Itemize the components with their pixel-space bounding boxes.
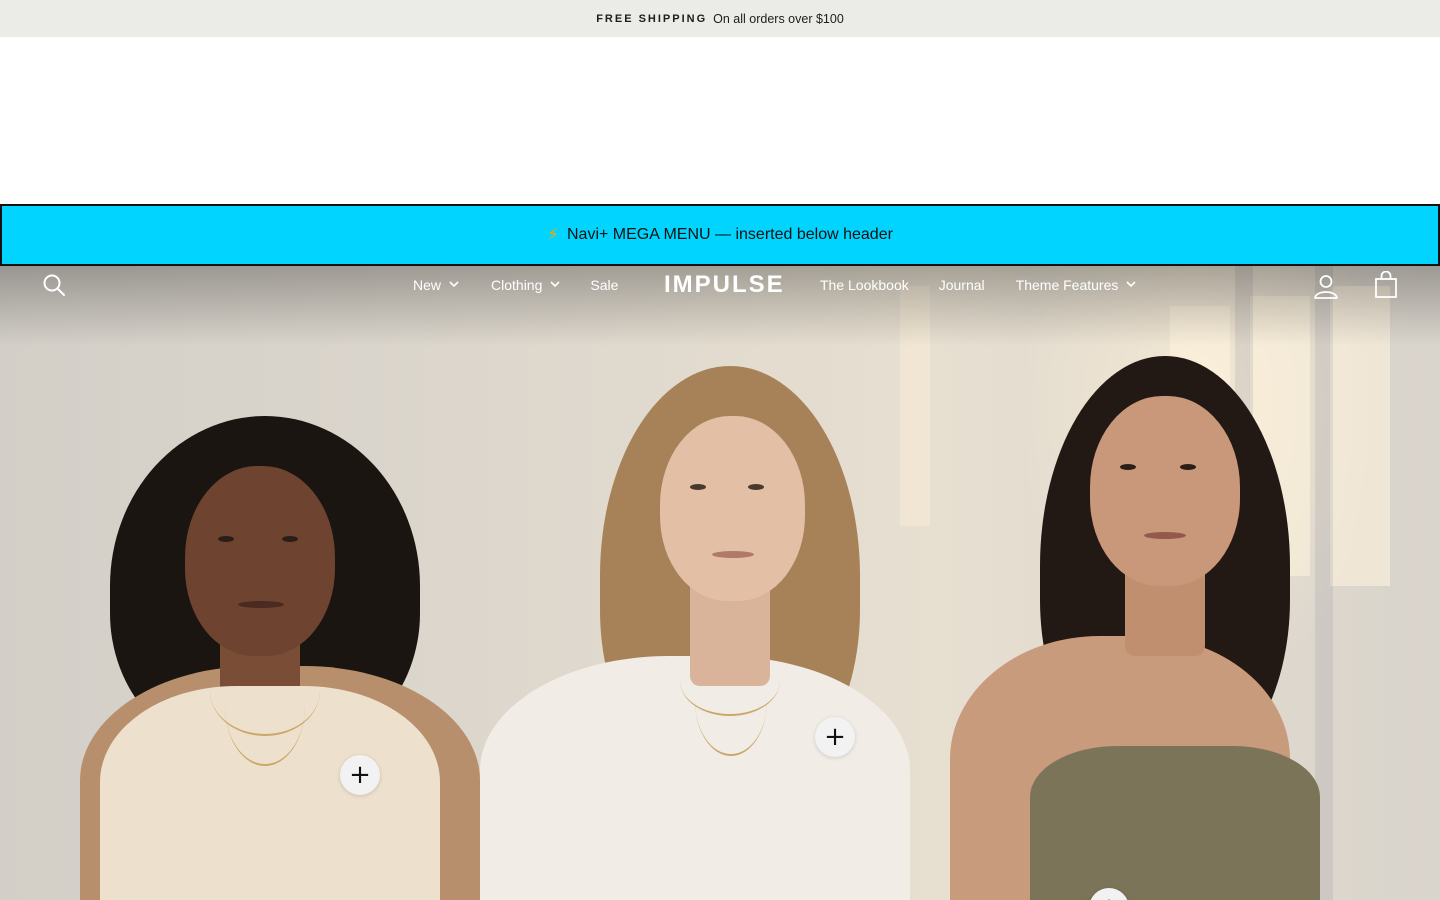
nav-item-sale[interactable]: Sale	[590, 277, 618, 293]
chevron-down-icon	[550, 280, 560, 287]
announcement-text: On all orders over $100	[713, 11, 844, 26]
nav-left-links: New Clothing Sale	[413, 266, 618, 304]
nav-item-lookbook[interactable]: The Lookbook	[820, 277, 909, 293]
hero-image: + + +	[0, 266, 1440, 900]
chevron-down-icon	[449, 280, 459, 287]
announcement-title: FREE SHIPPING	[596, 12, 708, 25]
nav-right-links: The Lookbook Journal Theme Features	[820, 266, 1136, 304]
nav-item-new[interactable]: New	[413, 277, 459, 293]
hotspot-button[interactable]: +	[340, 755, 380, 795]
nav-item-journal[interactable]: Journal	[939, 277, 985, 293]
search-icon[interactable]	[42, 273, 66, 297]
account-icon[interactable]	[1313, 273, 1339, 299]
slip-top	[1030, 746, 1320, 900]
navi-banner-text: Navi+ MEGA MENU — inserted below header	[567, 226, 893, 243]
lightning-icon: ⚡	[547, 225, 559, 244]
nav-item-clothing[interactable]: Clothing	[491, 277, 560, 293]
navi-mega-menu-banner: ⚡ Navi+ MEGA MENU — inserted below heade…	[0, 204, 1440, 266]
cart-icon[interactable]	[1374, 270, 1398, 299]
chevron-down-icon	[1126, 280, 1136, 287]
site-logo[interactable]: IMPULSE	[664, 271, 785, 299]
face	[660, 416, 805, 601]
site-header-nav: New Clothing Sale IMPULSE The Lookbook J…	[0, 266, 1440, 304]
nav-item-theme-features[interactable]: Theme Features	[1016, 277, 1137, 293]
announcement-bar: FREE SHIPPING On all orders over $100	[0, 0, 1440, 37]
header-spacer	[0, 37, 1440, 204]
face	[1090, 396, 1240, 586]
hotspot-button[interactable]: +	[815, 717, 855, 757]
face	[185, 466, 335, 656]
